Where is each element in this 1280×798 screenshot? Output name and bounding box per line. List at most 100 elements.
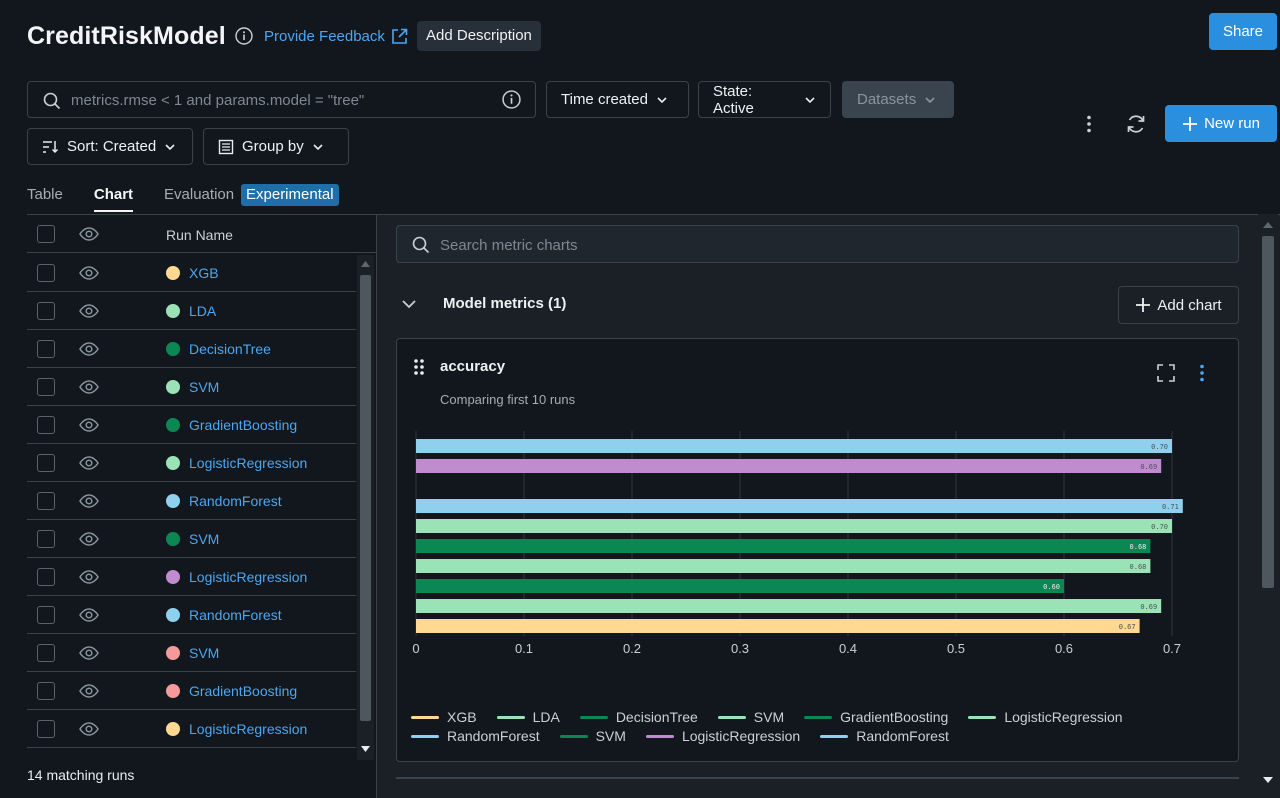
run-name-link[interactable]: SVM bbox=[189, 645, 219, 661]
eye-icon[interactable] bbox=[79, 415, 99, 435]
row-checkbox[interactable] bbox=[37, 340, 55, 358]
legend-item[interactable]: LogisticRegression bbox=[645, 728, 800, 744]
provide-feedback-link[interactable]: Provide Feedback bbox=[264, 28, 408, 45]
bar-decisiontree[interactable] bbox=[416, 579, 1064, 593]
legend-item[interactable]: SVM bbox=[559, 728, 626, 744]
row-checkbox[interactable] bbox=[37, 644, 55, 662]
state-dropdown[interactable]: State: Active bbox=[698, 81, 831, 118]
run-name-link[interactable]: XGB bbox=[189, 265, 219, 281]
new-run-button[interactable]: New run bbox=[1165, 105, 1277, 142]
row-checkbox[interactable] bbox=[37, 606, 55, 624]
tab-chart[interactable]: Chart bbox=[93, 186, 134, 212]
eye-icon[interactable] bbox=[79, 529, 99, 549]
scroll-up-icon[interactable] bbox=[361, 261, 370, 267]
panel-scrollbar[interactable] bbox=[1258, 214, 1278, 798]
run-name-link[interactable]: RandomForest bbox=[189, 493, 282, 509]
row-checkbox[interactable] bbox=[37, 530, 55, 548]
bar-logisticregression[interactable] bbox=[416, 459, 1162, 473]
row-checkbox[interactable] bbox=[37, 492, 55, 510]
eye-icon[interactable] bbox=[79, 263, 99, 283]
sort-dropdown[interactable]: Sort: Created bbox=[27, 128, 193, 165]
drag-handle-icon[interactable] bbox=[414, 359, 424, 375]
share-button[interactable]: Share bbox=[1209, 13, 1277, 50]
table-scrollbar[interactable] bbox=[357, 255, 374, 760]
run-name-link[interactable]: LogisticRegression bbox=[189, 455, 307, 471]
table-row[interactable]: LogisticRegression bbox=[27, 444, 356, 482]
eye-icon[interactable] bbox=[79, 339, 99, 359]
add-chart-button[interactable]: Add chart bbox=[1118, 286, 1239, 324]
bar-lda[interactable] bbox=[416, 599, 1162, 613]
row-checkbox[interactable] bbox=[37, 454, 55, 472]
run-name-link[interactable]: LogisticRegression bbox=[189, 721, 307, 737]
eye-icon[interactable] bbox=[79, 719, 99, 739]
legend-item[interactable]: LogisticRegression bbox=[968, 709, 1123, 725]
row-checkbox[interactable] bbox=[37, 302, 55, 320]
eye-icon[interactable] bbox=[79, 491, 99, 511]
table-row[interactable]: RandomForest bbox=[27, 596, 356, 634]
legend-item[interactable]: GradientBoosting bbox=[804, 709, 948, 725]
legend-item[interactable]: LDA bbox=[496, 709, 560, 725]
run-name-link[interactable]: SVM bbox=[189, 531, 219, 547]
bar-randomforest[interactable] bbox=[416, 499, 1183, 513]
run-name-link[interactable]: SVM bbox=[189, 379, 219, 395]
bar-xgb[interactable] bbox=[416, 619, 1140, 633]
run-name-link[interactable]: RandomForest bbox=[189, 607, 282, 623]
scroll-down-icon[interactable] bbox=[1263, 777, 1273, 783]
row-checkbox[interactable] bbox=[37, 264, 55, 282]
model-metrics-section-header[interactable]: Model metrics (1) bbox=[401, 295, 566, 312]
legend-item[interactable]: XGB bbox=[411, 709, 477, 725]
bar-gradientboosting[interactable] bbox=[416, 539, 1151, 553]
legend-item[interactable]: RandomForest bbox=[820, 728, 949, 744]
row-checkbox[interactable] bbox=[37, 568, 55, 586]
refresh-icon[interactable] bbox=[1125, 113, 1147, 135]
bar-svm[interactable] bbox=[416, 559, 1151, 573]
fullscreen-icon[interactable] bbox=[1157, 364, 1175, 382]
legend-item[interactable]: DecisionTree bbox=[579, 709, 698, 725]
eye-icon[interactable] bbox=[79, 377, 99, 397]
time-created-dropdown[interactable]: Time created bbox=[546, 81, 689, 118]
run-name-link[interactable]: GradientBoosting bbox=[189, 683, 297, 699]
group-by-dropdown[interactable]: Group by bbox=[203, 128, 349, 165]
table-row[interactable]: GradientBoosting bbox=[27, 672, 356, 710]
tab-table[interactable]: Table bbox=[27, 186, 63, 212]
panel-scrollbar-thumb[interactable] bbox=[1262, 236, 1274, 588]
table-row[interactable]: LogisticRegression bbox=[27, 710, 356, 748]
run-name-link[interactable]: LDA bbox=[189, 303, 216, 319]
table-row[interactable]: DecisionTree bbox=[27, 330, 356, 368]
run-name-link[interactable]: GradientBoosting bbox=[189, 417, 297, 433]
eye-icon[interactable] bbox=[79, 605, 99, 625]
table-row[interactable]: SVM bbox=[27, 368, 356, 406]
table-row[interactable]: RandomForest bbox=[27, 482, 356, 520]
row-checkbox[interactable] bbox=[37, 416, 55, 434]
eye-icon[interactable] bbox=[79, 301, 99, 321]
eye-icon[interactable] bbox=[79, 224, 99, 244]
metric-chart-search-input[interactable]: Search metric charts bbox=[396, 225, 1239, 263]
table-row[interactable] bbox=[27, 748, 356, 763]
table-scrollbar-thumb[interactable] bbox=[360, 275, 371, 721]
select-all-checkbox[interactable] bbox=[37, 225, 55, 243]
eye-icon[interactable] bbox=[79, 643, 99, 663]
info-icon[interactable] bbox=[235, 27, 253, 45]
table-row[interactable]: LDA bbox=[27, 292, 356, 330]
datasets-dropdown[interactable]: Datasets bbox=[842, 81, 954, 118]
legend-item[interactable]: RandomForest bbox=[411, 728, 540, 744]
add-description-button[interactable]: Add Description bbox=[417, 21, 541, 51]
table-row[interactable]: SVM bbox=[27, 634, 356, 672]
bar-logisticregression[interactable] bbox=[416, 519, 1172, 533]
table-row[interactable]: XGB bbox=[27, 254, 356, 292]
more-options-icon[interactable] bbox=[1080, 114, 1098, 134]
row-checkbox[interactable] bbox=[37, 682, 55, 700]
chart-options-icon[interactable] bbox=[1198, 364, 1206, 382]
eye-icon[interactable] bbox=[79, 453, 99, 473]
table-row[interactable]: LogisticRegression bbox=[27, 558, 356, 596]
eye-icon[interactable] bbox=[79, 567, 99, 587]
scroll-up-icon[interactable] bbox=[1263, 222, 1273, 228]
run-search-input[interactable]: metrics.rmse < 1 and params.model = "tre… bbox=[27, 81, 536, 118]
row-checkbox[interactable] bbox=[37, 378, 55, 396]
bar-randomforest[interactable] bbox=[416, 439, 1172, 453]
eye-icon[interactable] bbox=[79, 681, 99, 701]
row-checkbox[interactable] bbox=[37, 720, 55, 738]
table-row[interactable]: SVM bbox=[27, 520, 356, 558]
table-row[interactable]: GradientBoosting bbox=[27, 406, 356, 444]
legend-item[interactable]: SVM bbox=[717, 709, 784, 725]
